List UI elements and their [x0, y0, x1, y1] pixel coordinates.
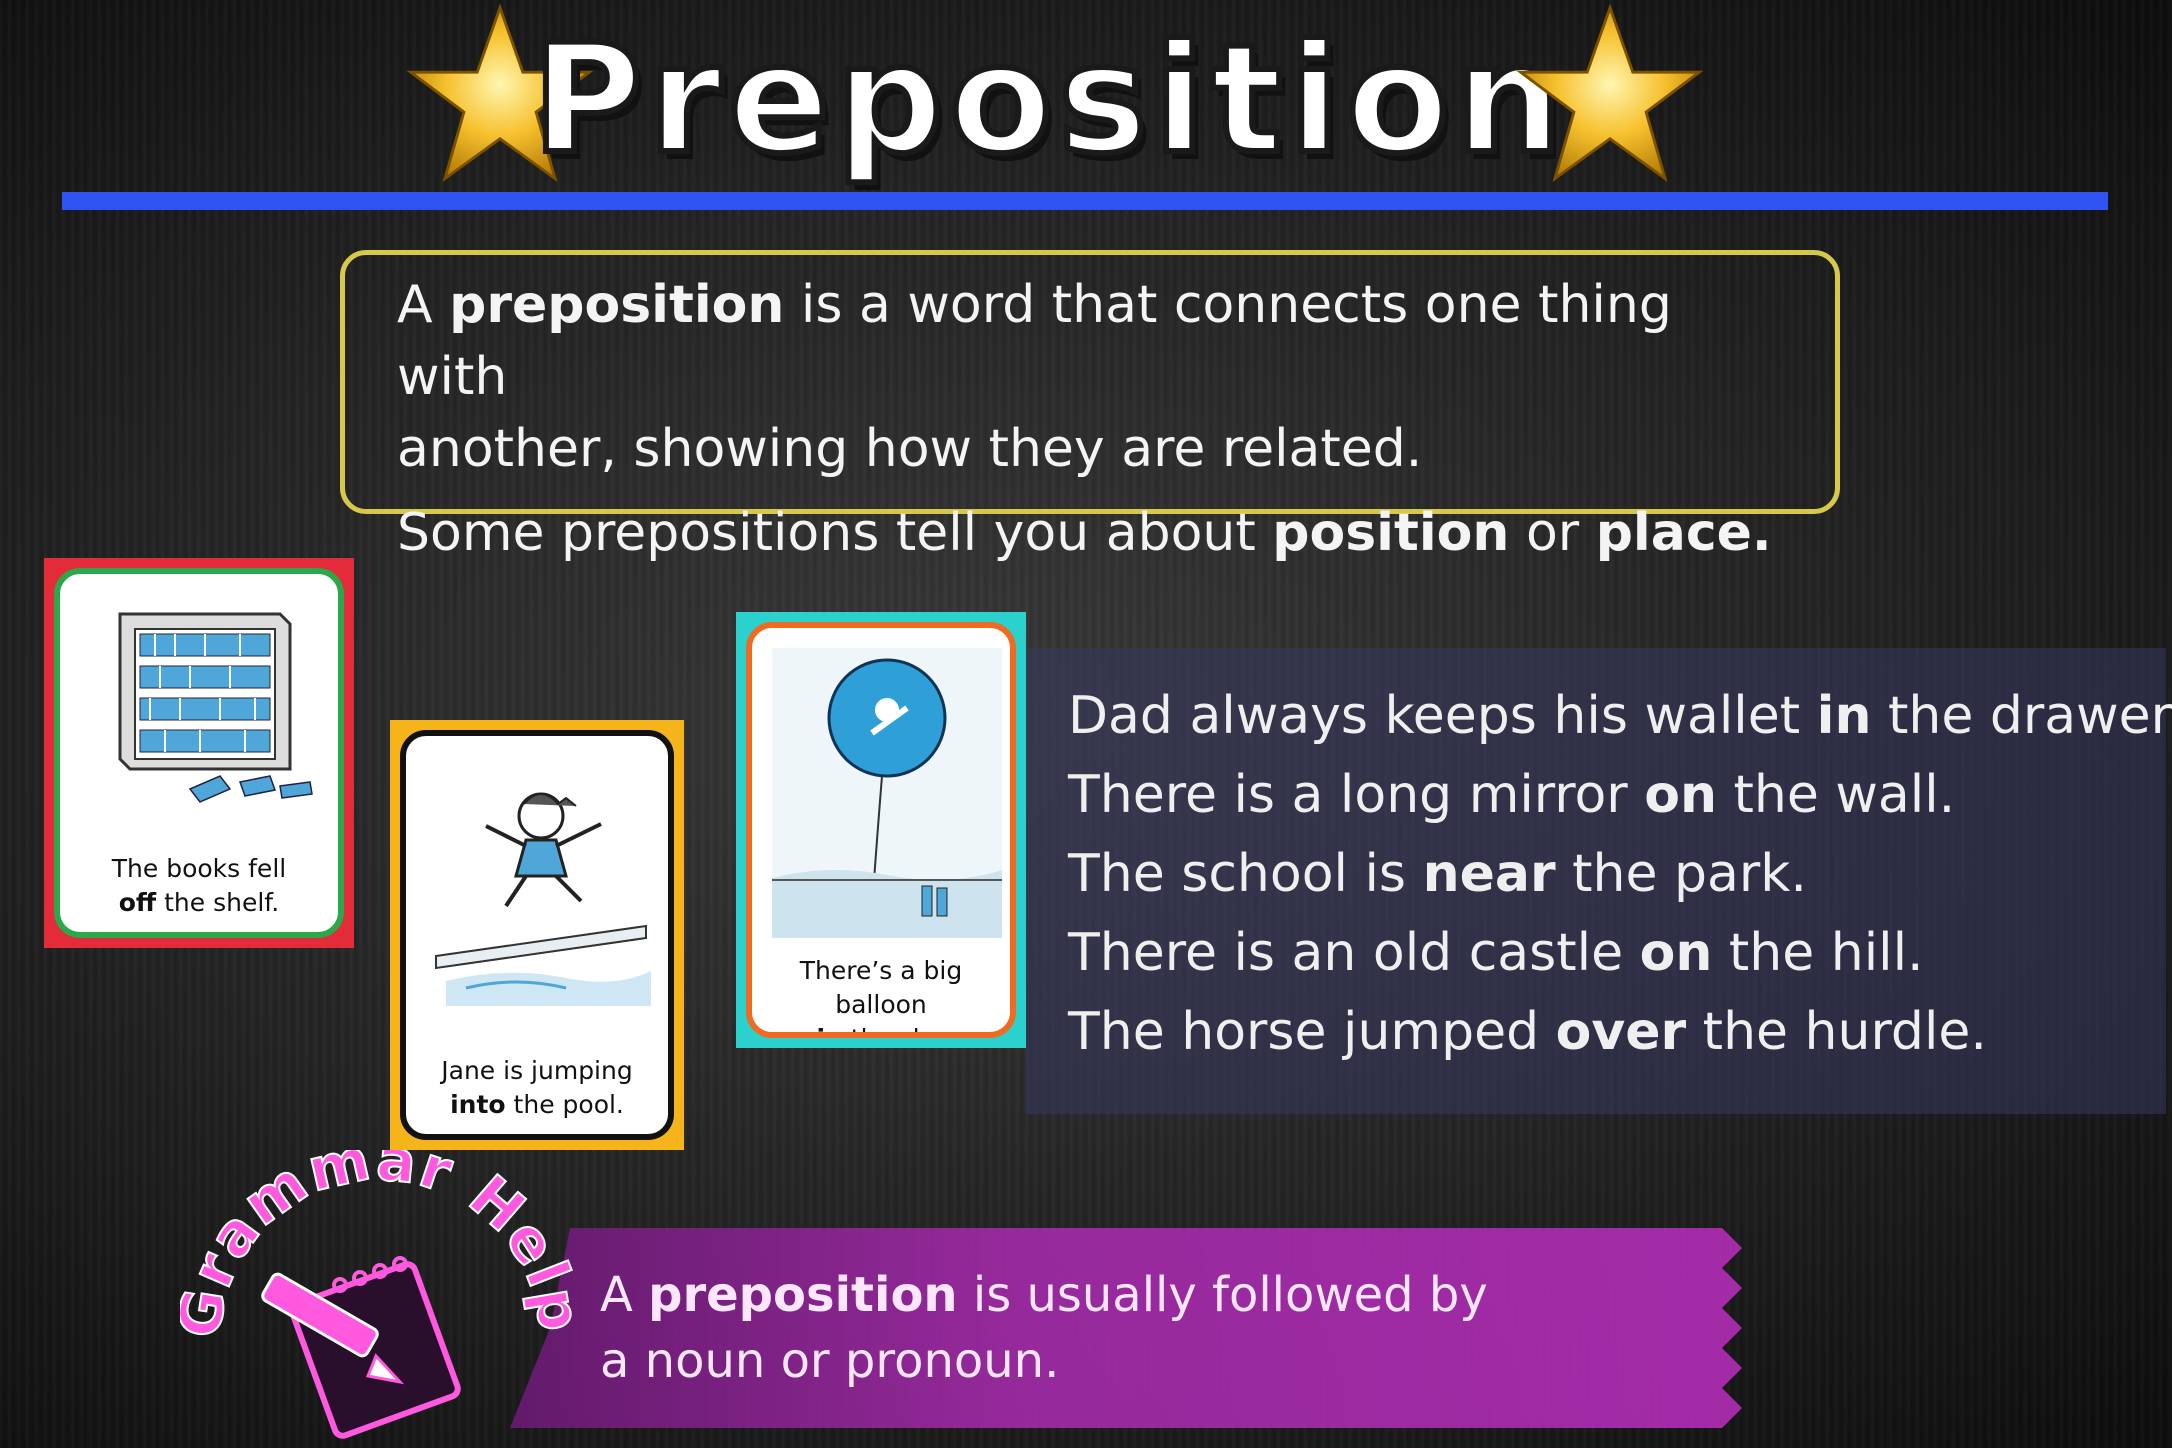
grammar-help-text: A preposition is usually followed by a n… [600, 1262, 1488, 1394]
card-caption-pool: Jane is jumping into the pool. [441, 1056, 633, 1119]
sentence-3: The school is near the park. [1068, 844, 1807, 904]
girl-jumping-icon [435, 792, 651, 1006]
notepad-pencil-icon [261, 1256, 461, 1439]
example-card-books: The books fell off the shelf. [44, 558, 354, 948]
example-sentences-panel: Dad always keeps his wallet in the drawe… [1026, 648, 2172, 1114]
card-caption-books: The books fell off the shelf. [111, 854, 287, 917]
card-caption-balloon: There’s a big balloon in the sky. [799, 956, 963, 1032]
grammar-help-line-2: a noun or pronoun. [600, 1333, 1060, 1389]
example-card-pool: Jane is jumping into the pool. [390, 720, 684, 1150]
page-title: Preposition [529, 10, 1568, 190]
sentence-2: There is a long mirror on the wall. [1068, 765, 1956, 825]
definition-line-1: A preposition is a word that connects on… [397, 275, 1672, 407]
bookshelf-icon [118, 612, 313, 803]
balloon-icon [772, 648, 1002, 938]
sentence-5: The horse jumped over the hurdle. [1068, 1002, 1987, 1062]
sentence-1: Dad always keeps his wallet in the drawe… [1068, 686, 2172, 746]
sentence-4: There is an old castle on the hill. [1068, 923, 1924, 983]
title-divider [62, 192, 2108, 210]
grammar-help-line-1: A preposition is usually followed by [600, 1267, 1488, 1323]
definition-line-3: Some prepositions tell you about positio… [397, 503, 1772, 563]
definition-line-2: another, showing how they are related. [397, 419, 1423, 479]
grammar-help-badge: Grammar Help [180, 1150, 580, 1439]
star-icon-right [1516, 3, 1704, 183]
example-card-balloon: There’s a big balloon in the sky. [736, 612, 1026, 1048]
definition-box: A preposition is a word that connects on… [340, 250, 1840, 563]
